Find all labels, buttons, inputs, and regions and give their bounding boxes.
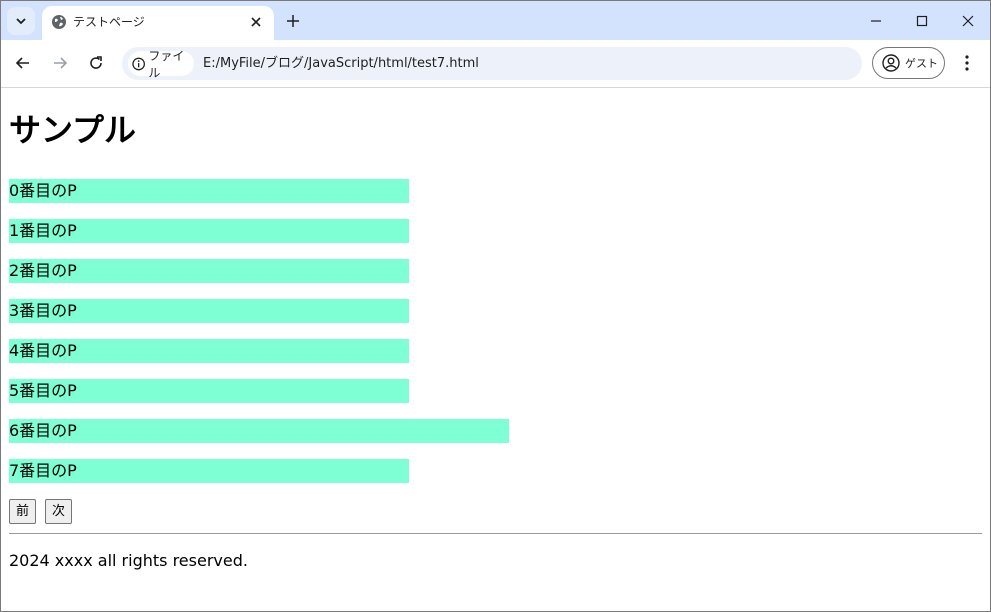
paragraph-6-selected: 6番目のP xyxy=(9,419,509,443)
tab-search-icon xyxy=(16,18,26,25)
url-text[interactable]: E:/MyFile/ブログ/JavaScript/html/test7.html xyxy=(203,55,479,72)
divider xyxy=(9,533,982,534)
paragraph-1: 1番目のP xyxy=(9,219,409,243)
tab-strip: テストページ xyxy=(1,1,990,40)
address-bar[interactable]: ファイル E:/MyFile/ブログ/JavaScript/html/test7… xyxy=(122,47,862,80)
forward-button[interactable] xyxy=(49,52,71,74)
close-icon xyxy=(251,17,261,27)
window-close-button[interactable] xyxy=(956,9,980,33)
paragraph-3: 3番目のP xyxy=(9,299,409,323)
next-button[interactable]: 次 xyxy=(45,499,73,524)
paragraph-7: 7番目のP xyxy=(9,459,409,483)
paragraph-4: 4番目のP xyxy=(9,339,409,363)
maximize-button[interactable] xyxy=(910,9,934,33)
more-menu-button[interactable] xyxy=(957,52,977,74)
back-button[interactable] xyxy=(12,52,34,74)
tab-close-button[interactable] xyxy=(247,13,265,31)
window-close-icon xyxy=(962,15,974,27)
tab-title: テストページ xyxy=(73,15,145,29)
browser-window: テストページ ファイル E:/MyFile/ブログ/JavaScript/htm… xyxy=(0,0,991,612)
more-icon xyxy=(965,55,969,71)
plus-icon xyxy=(287,15,299,27)
reload-button[interactable] xyxy=(85,52,107,74)
profile-label: ゲスト xyxy=(905,57,938,70)
page-title: サンプル xyxy=(9,111,137,149)
forward-icon xyxy=(54,57,68,69)
paragraph-5: 5番目のP xyxy=(9,379,409,403)
tab-search-button[interactable] xyxy=(7,7,35,35)
tab-active[interactable]: テストページ xyxy=(42,6,274,40)
page-content: サンプル 0番目のP 1番目のP 2番目のP 3番目のP 4番目のP 5番目のP… xyxy=(1,88,990,611)
site-info-chip[interactable]: ファイル xyxy=(128,49,194,80)
paragraph-0: 0番目のP xyxy=(9,179,409,203)
minimize-icon xyxy=(871,20,881,22)
minimize-button[interactable] xyxy=(864,9,888,33)
site-info-label: ファイル xyxy=(148,48,185,80)
reload-icon xyxy=(90,56,102,69)
toolbar: ファイル E:/MyFile/ブログ/JavaScript/html/test7… xyxy=(1,40,990,88)
new-tab-button[interactable] xyxy=(283,11,303,31)
prev-button[interactable]: 前 xyxy=(9,499,37,524)
maximize-icon xyxy=(916,15,928,27)
profile-button[interactable]: ゲスト xyxy=(872,47,945,79)
paragraph-2: 2番目のP xyxy=(9,259,409,283)
globe-icon xyxy=(52,15,66,29)
info-icon xyxy=(132,57,145,70)
back-icon xyxy=(15,57,29,69)
profile-icon xyxy=(882,54,900,72)
footer-text: 2024 xxxx all rights reserved. xyxy=(9,551,248,570)
